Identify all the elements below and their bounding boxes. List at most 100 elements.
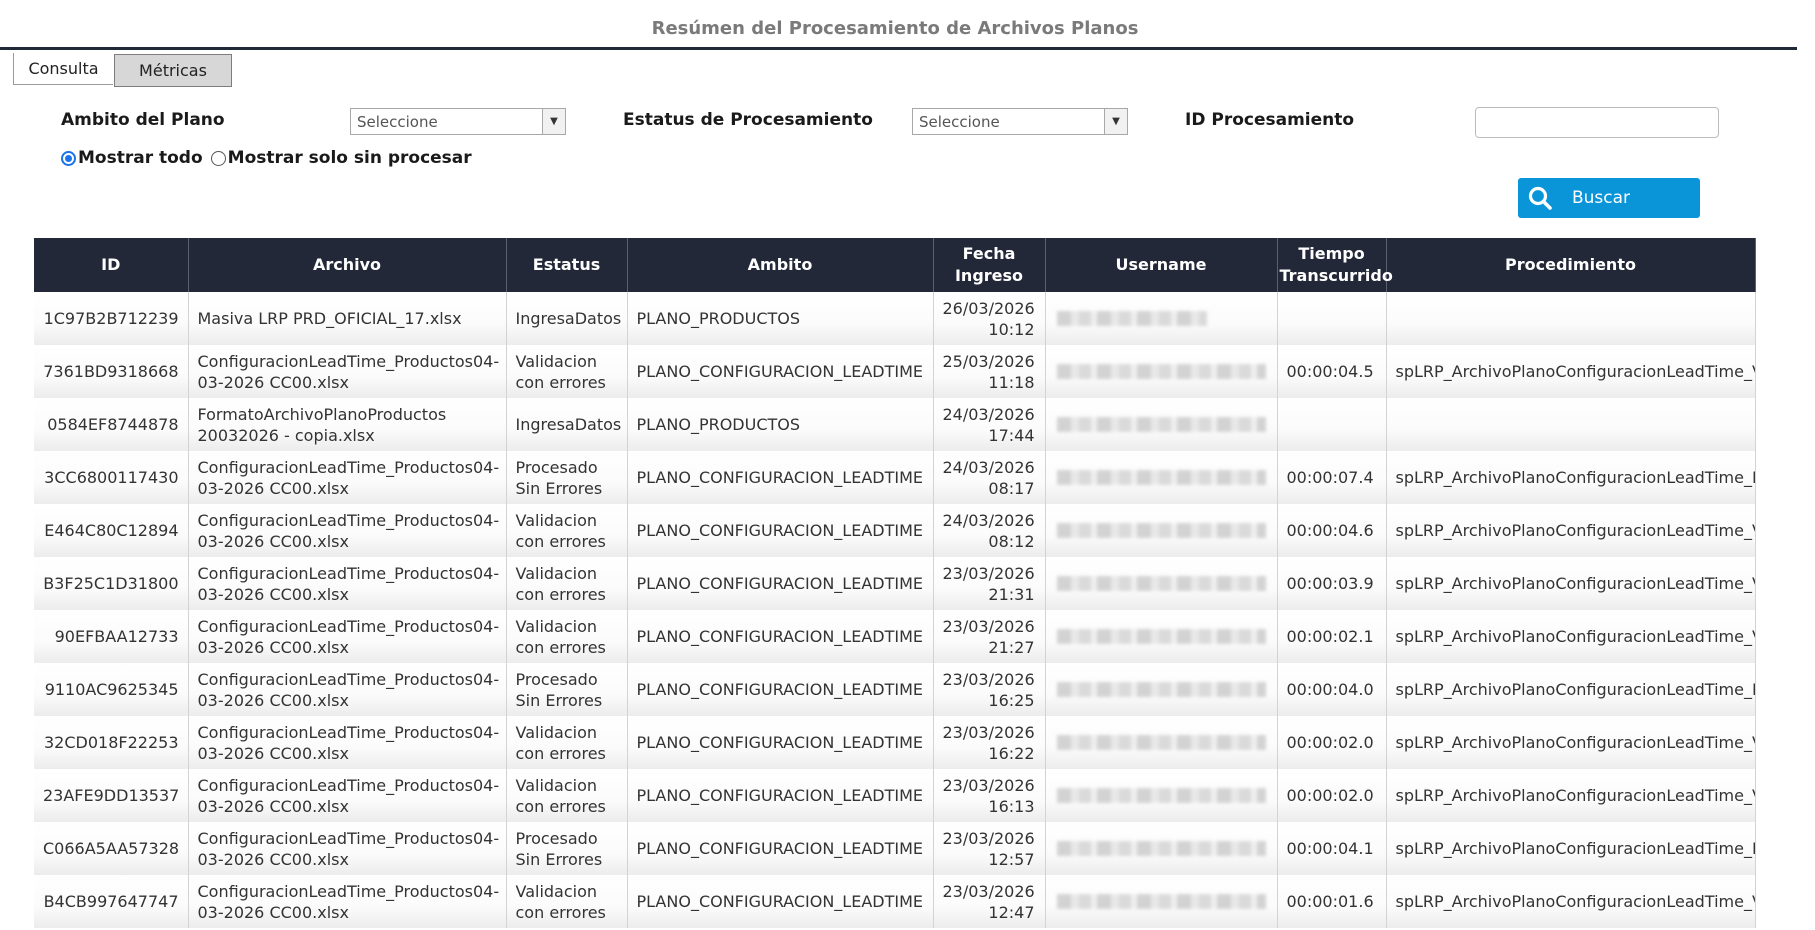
table-row[interactable]: 1C97B2B712239 Masiva LRP PRD_OFICIAL_17.x… bbox=[34, 292, 1756, 345]
cell-fecha-ingreso: 24/03/2026 08:17 bbox=[933, 451, 1046, 504]
cell-ambito: PLANO_CONFIGURACION_LEADTIME bbox=[627, 716, 934, 769]
cell-id: 9110AC9625345 bbox=[34, 663, 189, 716]
cell-estatus: Procesado Sin Errores bbox=[506, 451, 628, 504]
estatus-select-value: Seleccione bbox=[919, 112, 1000, 131]
redacted-username bbox=[1056, 841, 1266, 856]
cell-archivo: ConfiguracionLeadTime_Productos04-03-202… bbox=[188, 345, 507, 398]
redacted-username bbox=[1056, 311, 1207, 326]
table-row[interactable]: 23AFE9DD13537 ConfiguracionLeadTime_Produ… bbox=[34, 769, 1756, 822]
cell-fecha-ingreso: 23/03/2026 12:47 bbox=[933, 875, 1046, 928]
cell-estatus: Validacion con errores bbox=[506, 875, 628, 928]
cell-fecha-ingreso: 23/03/2026 12:57 bbox=[933, 822, 1046, 875]
tab-consulta[interactable]: Consulta bbox=[13, 53, 113, 85]
table-row[interactable]: 32CD018F22253 ConfiguracionLeadTime_Produ… bbox=[34, 716, 1756, 769]
column-header-archivo[interactable]: Archivo bbox=[188, 238, 507, 292]
column-header-id[interactable]: ID bbox=[34, 238, 189, 292]
cell-estatus: IngresaDatos bbox=[506, 292, 628, 345]
cell-procedimiento: spLRP_ArchivoPlanoConfiguracionLeadTime_… bbox=[1386, 822, 1756, 875]
estatus-select[interactable]: Seleccione ▼ bbox=[912, 108, 1128, 135]
cell-username bbox=[1045, 716, 1278, 769]
cell-ambito: PLANO_CONFIGURACION_LEADTIME bbox=[627, 504, 934, 557]
cell-id: E464C80C12894 bbox=[34, 504, 189, 557]
cell-fecha-ingreso: 24/03/2026 08:12 bbox=[933, 504, 1046, 557]
cell-procedimiento bbox=[1386, 398, 1756, 451]
cell-ambito: PLANO_CONFIGURACION_LEADTIME bbox=[627, 610, 934, 663]
cell-estatus: Validacion con errores bbox=[506, 345, 628, 398]
redacted-username bbox=[1056, 894, 1266, 909]
tab-bar: Consulta Métricas bbox=[13, 53, 232, 87]
cell-archivo: ConfiguracionLeadTime_Productos04-03-202… bbox=[188, 451, 507, 504]
cell-archivo: ConfiguracionLeadTime_Productos04-03-202… bbox=[188, 663, 507, 716]
column-header-fecha-ingreso[interactable]: Fecha Ingreso bbox=[933, 238, 1046, 292]
cell-id: 23AFE9DD13537 bbox=[34, 769, 189, 822]
table-row[interactable]: 90EFBAA12733 ConfiguracionLeadTime_Produc… bbox=[34, 610, 1756, 663]
column-header-procedimiento[interactable]: Procedimiento bbox=[1386, 238, 1756, 292]
cell-username bbox=[1045, 398, 1278, 451]
redacted-username bbox=[1056, 523, 1266, 538]
table-row[interactable]: 9110AC9625345 ConfiguracionLeadTime_Produ… bbox=[34, 663, 1756, 716]
column-header-estatus[interactable]: Estatus bbox=[506, 238, 628, 292]
table-row[interactable]: 7361BD9318668 ConfiguracionLeadTime_Produ… bbox=[34, 345, 1756, 398]
search-button[interactable]: Buscar bbox=[1518, 178, 1700, 218]
tab-metricas[interactable]: Métricas bbox=[114, 54, 232, 87]
column-header-username[interactable]: Username bbox=[1045, 238, 1278, 292]
results-table: ID Archivo Estatus Ambito Fecha Ingreso … bbox=[34, 238, 1756, 928]
cell-id: 1C97B2B712239 bbox=[34, 292, 189, 345]
search-button-label: Buscar bbox=[1572, 188, 1631, 208]
cell-ambito: PLANO_CONFIGURACION_LEADTIME bbox=[627, 663, 934, 716]
cell-fecha-ingreso: 25/03/2026 11:18 bbox=[933, 345, 1046, 398]
id-procesamiento-input[interactable] bbox=[1475, 107, 1719, 138]
cell-username bbox=[1045, 769, 1278, 822]
table-row[interactable]: B3F25C1D31800 ConfiguracionLeadTime_Produ… bbox=[34, 557, 1756, 610]
cell-username bbox=[1045, 875, 1278, 928]
cell-fecha-ingreso: 23/03/2026 16:13 bbox=[933, 769, 1046, 822]
cell-ambito: PLANO_CONFIGURACION_LEADTIME bbox=[627, 345, 934, 398]
cell-archivo: ConfiguracionLeadTime_Productos04-03-202… bbox=[188, 822, 507, 875]
table-row[interactable]: C066A5AA57328 ConfiguracionLeadTime_Produ… bbox=[34, 822, 1756, 875]
cell-tiempo: 00:00:01.6 bbox=[1277, 875, 1387, 928]
cell-username bbox=[1045, 663, 1278, 716]
chevron-down-icon[interactable]: ▼ bbox=[1104, 109, 1127, 134]
table-row[interactable]: 3CC6800117430 ConfiguracionLeadTime_Produ… bbox=[34, 451, 1756, 504]
cell-username bbox=[1045, 345, 1278, 398]
cell-id: 90EFBAA12733 bbox=[34, 610, 189, 663]
radio-mostrar-todo-label: Mostrar todo bbox=[78, 148, 203, 168]
title-divider bbox=[0, 47, 1797, 50]
cell-estatus: Validacion con errores bbox=[506, 716, 628, 769]
cell-tiempo: 00:00:07.4 bbox=[1277, 451, 1387, 504]
cell-archivo: ConfiguracionLeadTime_Productos04-03-202… bbox=[188, 610, 507, 663]
search-icon bbox=[1518, 178, 1562, 218]
cell-fecha-ingreso: 23/03/2026 21:27 bbox=[933, 610, 1046, 663]
chevron-down-icon[interactable]: ▼ bbox=[542, 109, 565, 134]
table-row[interactable]: 0584EF8744878 FormatoArchivoPlanoProducto… bbox=[34, 398, 1756, 451]
cell-tiempo: 00:00:02.1 bbox=[1277, 610, 1387, 663]
cell-id: 32CD018F22253 bbox=[34, 716, 189, 769]
redacted-username bbox=[1056, 417, 1266, 432]
cell-username bbox=[1045, 610, 1278, 663]
radio-mostrar-sin-procesar-label: Mostrar solo sin procesar bbox=[227, 148, 472, 168]
table-row[interactable]: E464C80C12894 ConfiguracionLeadTime_Produ… bbox=[34, 504, 1756, 557]
cell-estatus: Validacion con errores bbox=[506, 769, 628, 822]
cell-archivo: FormatoArchivoPlanoProductos 20032026 - … bbox=[188, 398, 507, 451]
cell-procedimiento: spLRP_ArchivoPlanoConfiguracionLeadTime_… bbox=[1386, 716, 1756, 769]
table-row[interactable]: B4CB997647747 ConfiguracionLeadTime_Produ… bbox=[34, 875, 1756, 928]
column-header-tiempo[interactable]: Tiempo Transcurrido bbox=[1277, 238, 1393, 292]
cell-estatus: Validacion con errores bbox=[506, 557, 628, 610]
cell-procedimiento: spLRP_ArchivoPlanoConfiguracionLeadTime_… bbox=[1386, 610, 1756, 663]
cell-tiempo: 00:00:04.0 bbox=[1277, 663, 1387, 716]
cell-fecha-ingreso: 23/03/2026 16:25 bbox=[933, 663, 1046, 716]
id-procesamiento-label: ID Procesamiento bbox=[1185, 110, 1355, 130]
radio-mostrar-todo[interactable] bbox=[61, 150, 76, 166]
page-title: Resúmen del Procesamiento de Archivos Pl… bbox=[651, 18, 1139, 39]
cell-id: C066A5AA57328 bbox=[34, 822, 189, 875]
radio-mostrar-sin-procesar[interactable] bbox=[210, 150, 226, 166]
cell-estatus: Procesado Sin Errores bbox=[506, 822, 628, 875]
column-header-ambito[interactable]: Ambito bbox=[627, 238, 934, 292]
ambito-select[interactable]: Seleccione ▼ bbox=[350, 108, 566, 135]
cell-fecha-ingreso: 24/03/2026 17:44 bbox=[933, 398, 1046, 451]
cell-archivo: ConfiguracionLeadTime_Productos04-03-202… bbox=[188, 769, 507, 822]
cell-ambito: PLANO_CONFIGURACION_LEADTIME bbox=[627, 557, 934, 610]
cell-tiempo bbox=[1277, 292, 1387, 345]
cell-tiempo: 00:00:03.9 bbox=[1277, 557, 1387, 610]
redacted-username bbox=[1056, 470, 1266, 485]
